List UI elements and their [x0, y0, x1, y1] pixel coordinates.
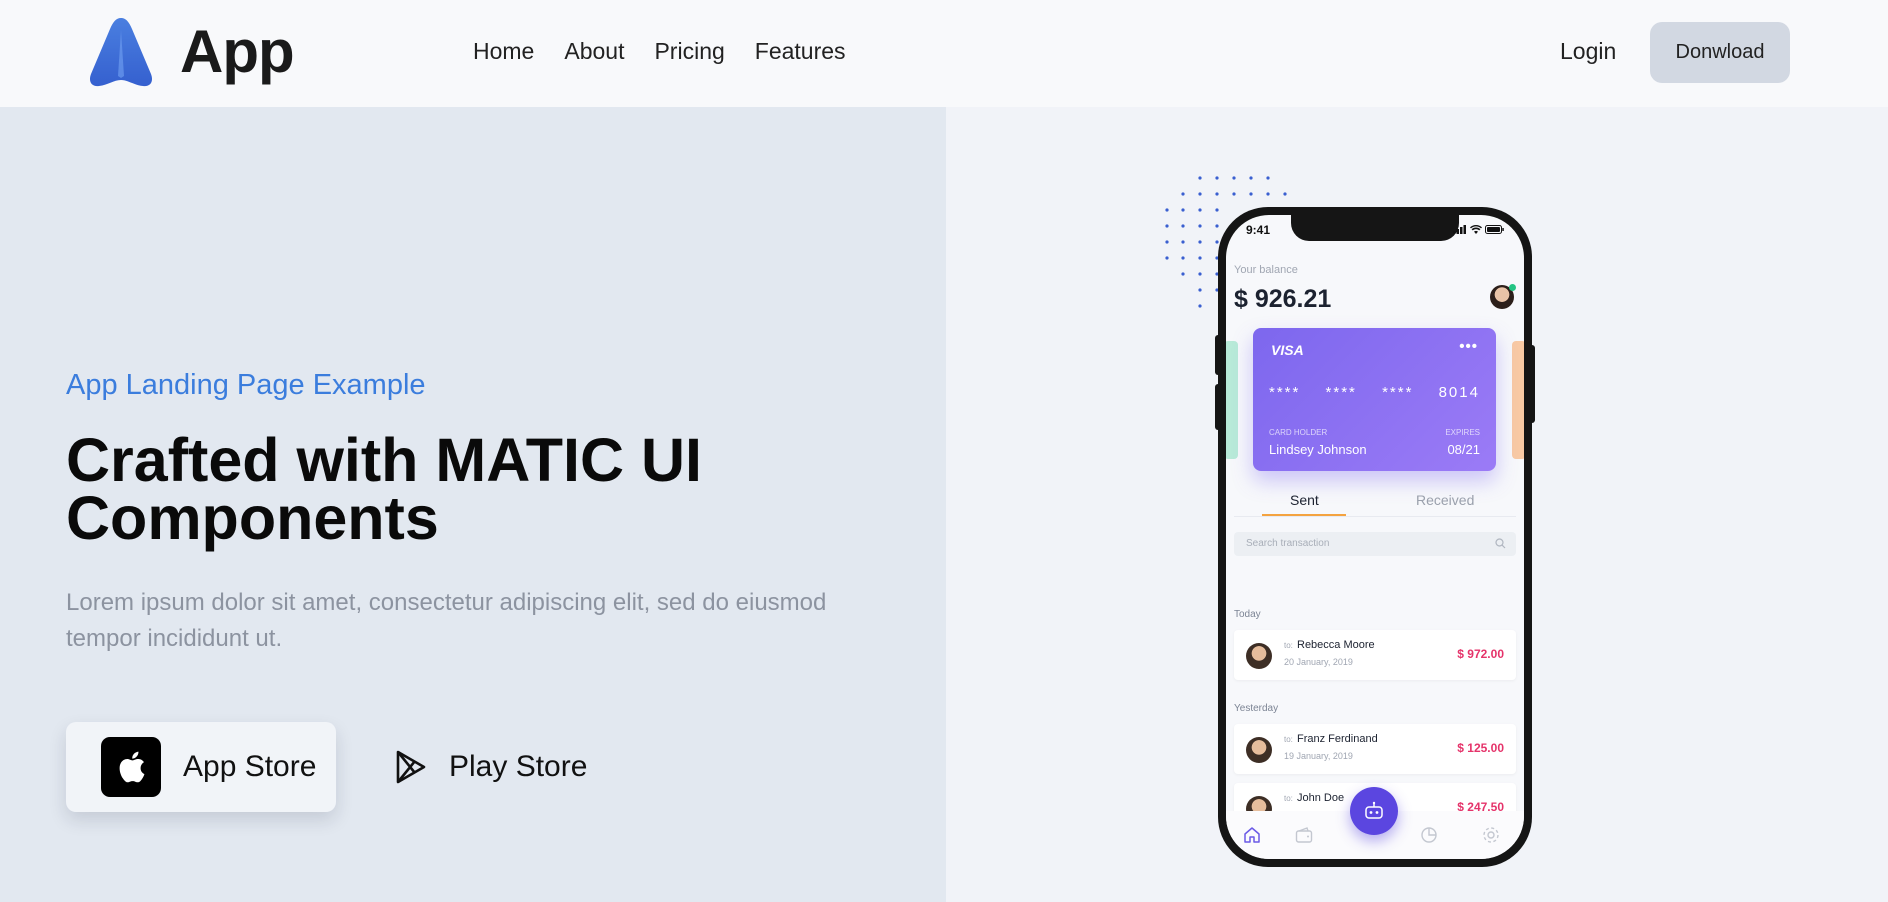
play-store-icon [396, 750, 426, 784]
phone-notch [1291, 215, 1459, 241]
app-store-button[interactable]: App Store [66, 722, 336, 812]
hero-headline-line2: Components [66, 484, 439, 552]
nav-about[interactable]: About [564, 38, 624, 65]
transaction-amount: $ 125.00 [1457, 741, 1504, 755]
battery-icon [1485, 225, 1504, 234]
credit-card[interactable]: VISA ••• **** **** **** 8014 CARD HOLDER… [1253, 328, 1496, 471]
card-preview-right[interactable] [1512, 341, 1524, 459]
brand-logo-icon [89, 18, 153, 87]
wifi-icon [1470, 225, 1482, 234]
balance-label: Your balance [1234, 264, 1298, 276]
status-icons [1453, 225, 1504, 234]
card-menu-icon[interactable]: ••• [1459, 338, 1478, 355]
tab-active-indicator [1262, 514, 1346, 516]
card-number: **** **** **** 8014 [1269, 384, 1480, 401]
card-number-group: **** [1382, 384, 1414, 401]
home-icon[interactable] [1242, 825, 1262, 845]
transaction-row[interactable]: to: Rebecca Moore 20 January, 2019 $ 972… [1234, 630, 1516, 680]
group-label-today: Today [1234, 609, 1261, 620]
robot-action-button[interactable] [1350, 787, 1398, 835]
transaction-avatar [1246, 643, 1272, 669]
search-placeholder: Search transaction [1246, 538, 1330, 549]
card-number-group: **** [1325, 384, 1357, 401]
search-input[interactable]: Search transaction [1234, 532, 1516, 556]
card-preview-left[interactable] [1226, 341, 1238, 459]
settings-icon[interactable] [1481, 825, 1501, 845]
transaction-avatar [1246, 737, 1272, 763]
status-time: 9:41 [1246, 223, 1271, 237]
play-store-button[interactable]: Play Store [395, 722, 587, 812]
transaction-date: 20 January, 2019 [1284, 657, 1353, 667]
transaction-tabs: Sent Received [1234, 487, 1516, 517]
card-holder-name: Lindsey Johnson [1269, 442, 1367, 457]
signal-icon [1453, 225, 1466, 234]
tab-sent[interactable]: Sent [1290, 492, 1319, 508]
card-expires-label: EXPIRES [1445, 428, 1480, 437]
download-button[interactable]: Donwload [1650, 22, 1790, 83]
chart-icon[interactable] [1419, 825, 1439, 845]
card-holder-label: CARD HOLDER [1269, 428, 1328, 437]
transaction-amount: $ 972.00 [1457, 647, 1504, 661]
transaction-name: Franz Ferdinand [1297, 733, 1378, 745]
tab-received[interactable]: Received [1416, 492, 1474, 508]
nav-features[interactable]: Features [755, 38, 846, 65]
wallet-icon[interactable] [1294, 825, 1314, 845]
robot-icon [1365, 801, 1383, 819]
transaction-name: Rebecca Moore [1297, 639, 1375, 651]
transaction-name: John Doe [1297, 792, 1345, 804]
transaction-to-label: to: [1284, 735, 1293, 744]
nav-home[interactable]: Home [473, 38, 534, 65]
group-label-yesterday: Yesterday [1234, 703, 1279, 714]
apple-icon [101, 737, 161, 797]
navbar: App Home About Pricing Features Login Do… [0, 0, 1888, 107]
transaction-row[interactable]: to: Franz Ferdinand 19 January, 2019 $ 1… [1234, 724, 1516, 774]
card-expires-value: 08/21 [1447, 442, 1480, 457]
card-number-group: **** [1269, 384, 1301, 401]
card-brand: VISA [1271, 342, 1304, 358]
transaction-to-label: to: [1284, 794, 1293, 803]
online-status-dot [1509, 284, 1516, 291]
transaction-to-label: to: [1284, 641, 1293, 650]
brand-name: App [180, 18, 295, 85]
phone-screen: 9:41 Your balance $ 926.21 VISA ••• ****… [1226, 215, 1524, 859]
hero-section: App Landing Page Example Crafted with MA… [0, 107, 946, 902]
card-number-last4: 8014 [1438, 384, 1480, 401]
transaction-date: 19 January, 2019 [1284, 751, 1353, 761]
balance-value: $ 926.21 [1234, 285, 1332, 313]
hero-eyebrow: App Landing Page Example [66, 369, 426, 401]
play-store-label: Play Store [449, 750, 588, 783]
app-store-label: App Store [183, 750, 317, 783]
nav-pricing[interactable]: Pricing [654, 38, 724, 65]
hero-headline: Crafted with MATIC UI Components [66, 430, 906, 549]
hero-lead: Lorem ipsum dolor sit amet, consectetur … [66, 589, 827, 652]
brand[interactable]: App [88, 16, 295, 88]
login-link[interactable]: Login [1560, 38, 1616, 65]
search-icon [1495, 538, 1506, 549]
main-nav: Home About Pricing Features [473, 38, 846, 65]
